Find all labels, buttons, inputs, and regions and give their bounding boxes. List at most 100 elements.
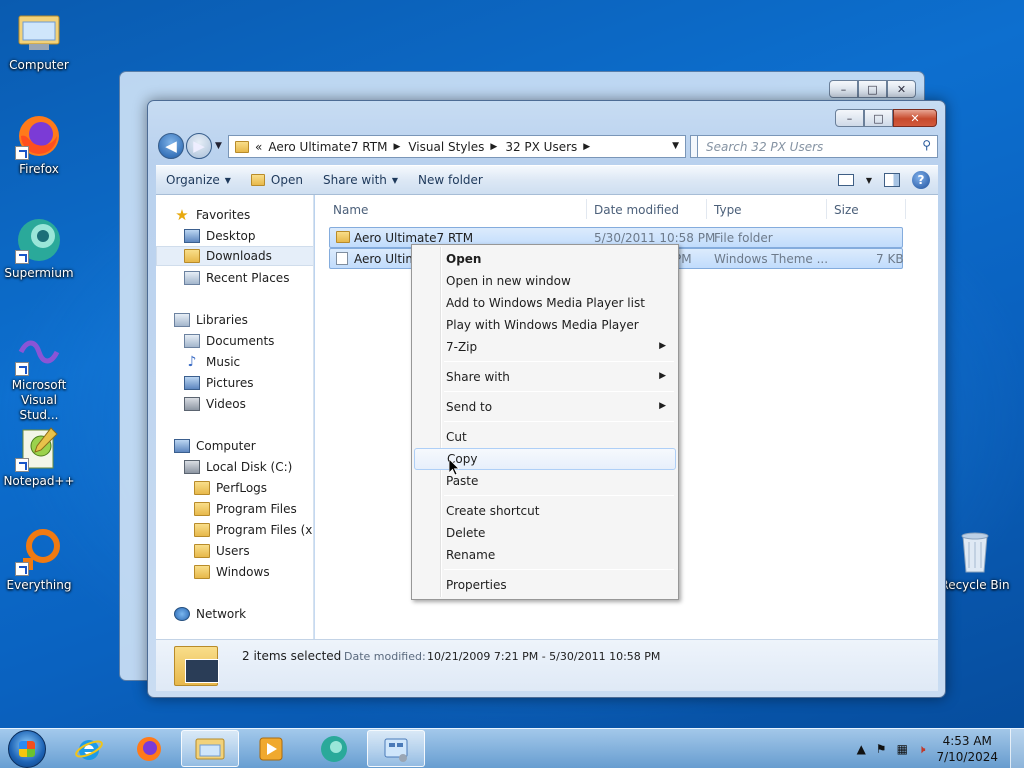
show-desktop-button[interactable] (1010, 729, 1024, 768)
date-modified-label: Date modified: (344, 650, 426, 663)
nav-item-videos[interactable]: Videos (184, 394, 246, 414)
menu-label: Properties (446, 578, 507, 592)
nav-item-program-files[interactable]: Program Files (194, 499, 297, 519)
menu-item-play-with-wmp[interactable]: Play with Windows Media Player (414, 314, 676, 336)
column-header-date-modified[interactable]: Date modified (594, 203, 679, 217)
menu-item-cut[interactable]: Cut (414, 426, 676, 448)
nav-item-libraries[interactable]: Libraries (174, 310, 248, 330)
file-name: Aero Ultim (354, 252, 418, 266)
back-button[interactable]: ◀ (158, 133, 184, 159)
help-icon[interactable]: ? (912, 171, 930, 189)
change-view-icon[interactable] (837, 174, 854, 186)
nav-item-desktop[interactable]: Desktop (184, 226, 256, 246)
breadcrumb-separator-icon[interactable]: ▶ (583, 142, 590, 152)
search-icon[interactable]: ⚲ (922, 138, 931, 152)
preview-pane-icon[interactable] (884, 173, 900, 187)
menu-item-rename[interactable]: Rename (414, 544, 676, 566)
maximize-button[interactable]: □ (858, 80, 887, 98)
network-status-icon[interactable]: ▦ (897, 742, 908, 756)
start-button[interactable] (8, 730, 46, 768)
share-with-button[interactable]: Share with ▼ (313, 173, 408, 187)
volume-muted-icon[interactable]: 🕨 (918, 742, 926, 757)
organize-label: Organize (166, 173, 220, 187)
menu-label: 7-Zip (446, 340, 478, 354)
taskbar-supermium[interactable] (305, 730, 363, 767)
nav-item-documents[interactable]: Documents (184, 331, 274, 351)
taskbar-windows-explorer[interactable] (181, 730, 239, 767)
nav-item-favorites[interactable]: ★ Favorites (174, 205, 250, 225)
nav-item-users[interactable]: Users (194, 541, 250, 561)
everything-icon (15, 528, 63, 576)
search-input[interactable]: Search 32 PX Users ⚲ (697, 135, 938, 158)
breadcrumb-overflow[interactable]: « (255, 140, 262, 154)
taskbar-firefox[interactable] (120, 730, 178, 767)
menu-label: Delete (446, 526, 486, 540)
nav-item-downloads[interactable]: Downloads (156, 246, 313, 266)
menu-item-add-to-wmp-list[interactable]: Add to Windows Media Player list (414, 292, 676, 314)
nav-item-perflogs[interactable]: PerfLogs (194, 478, 267, 498)
clock[interactable]: 4:53 AM 7/10/2024 (936, 733, 998, 765)
desktop-icon-firefox[interactable]: Firefox (0, 112, 78, 177)
desktop-icon-label: Notepad++ (3, 474, 75, 488)
mouse-cursor-icon (449, 459, 459, 476)
breadcrumb-separator-icon[interactable]: ▶ (393, 142, 400, 152)
folder-icon (194, 502, 210, 516)
chevron-down-icon[interactable]: ▼ (866, 176, 872, 185)
documents-icon (184, 334, 200, 348)
file-name: Aero Ultimate7 RTM (354, 231, 474, 245)
new-folder-button[interactable]: New folder (408, 173, 493, 187)
desktop-icon-visual-studio[interactable]: Microsoft Visual Stud... (0, 328, 78, 423)
taskbar-control-panel[interactable] (367, 730, 425, 767)
menu-item-create-shortcut[interactable]: Create shortcut (414, 500, 676, 522)
desktop-icon-notepad-plus-plus[interactable]: Notepad++ (0, 424, 78, 489)
recent-places-icon (184, 271, 200, 285)
menu-item-open[interactable]: Open (414, 248, 676, 270)
menu-item-delete[interactable]: Delete (414, 522, 676, 544)
open-button[interactable]: Open (241, 173, 313, 187)
taskbar-internet-explorer[interactable] (60, 730, 118, 767)
action-center-flag-icon[interactable]: ⚑ (876, 742, 887, 756)
minimize-button[interactable]: – (835, 109, 864, 127)
breadcrumb-separator-icon[interactable]: ▶ (490, 142, 497, 152)
desktop-icon-supermium[interactable]: Supermium (0, 216, 78, 281)
breadcrumb-item[interactable]: Aero Ultimate7 RTM (268, 140, 387, 154)
breadcrumb-item[interactable]: 32 PX Users (505, 140, 577, 154)
address-bar[interactable]: « Aero Ultimate7 RTM ▶ Visual Styles ▶ 3… (228, 135, 686, 158)
breadcrumb-item[interactable]: Visual Styles (408, 140, 484, 154)
taskbar-media-player[interactable] (242, 730, 300, 767)
desktop-icon-computer[interactable]: Computer (0, 8, 78, 73)
menu-item-properties[interactable]: Properties (414, 574, 676, 596)
nav-item-recent-places[interactable]: Recent Places (184, 268, 289, 288)
recent-pages-dropdown-icon[interactable]: ▼ (215, 141, 222, 151)
star-icon: ★ (175, 206, 189, 224)
menu-item-send-to[interactable]: Send to ▶ (414, 396, 676, 418)
menu-item-7zip[interactable]: 7-Zip ▶ (414, 336, 676, 358)
show-hidden-icons-icon[interactable]: ▲ (857, 742, 866, 756)
minimize-button[interactable]: – (829, 80, 858, 98)
nav-item-program-files-x86[interactable]: Program Files (x86 (194, 520, 313, 540)
nav-item-pictures[interactable]: Pictures (184, 373, 254, 393)
forward-button[interactable]: ▶ (186, 133, 212, 159)
nav-item-local-disk[interactable]: Local Disk (C:) (184, 457, 292, 477)
menu-label: Share with (446, 370, 510, 384)
folder-icon (194, 481, 210, 495)
close-button[interactable]: ✕ (893, 109, 937, 127)
address-dropdown-icon[interactable]: ▼ (672, 141, 679, 151)
close-button[interactable]: ✕ (887, 80, 916, 98)
column-header-type[interactable]: Type (714, 203, 742, 217)
nav-item-network[interactable]: Network (174, 604, 246, 624)
nav-item-music[interactable]: ♪ Music (184, 352, 241, 372)
nav-item-windows[interactable]: Windows (194, 562, 270, 582)
column-header-size[interactable]: Size (834, 203, 859, 217)
desktop-icon-recycle-bin[interactable]: Recycle Bin (936, 528, 1014, 593)
menu-item-open-new-window[interactable]: Open in new window (414, 270, 676, 292)
folder-icon (194, 544, 210, 558)
maximize-button[interactable]: □ (864, 109, 893, 127)
nav-item-computer[interactable]: Computer (174, 436, 256, 456)
menu-item-share-with[interactable]: Share with ▶ (414, 366, 676, 388)
visual-studio-icon (15, 328, 63, 376)
desktop-icon-everything[interactable]: Everything (0, 528, 78, 593)
menu-label: Paste (446, 474, 479, 488)
column-header-name[interactable]: Name (333, 203, 368, 217)
organize-button[interactable]: Organize ▼ (156, 173, 241, 187)
